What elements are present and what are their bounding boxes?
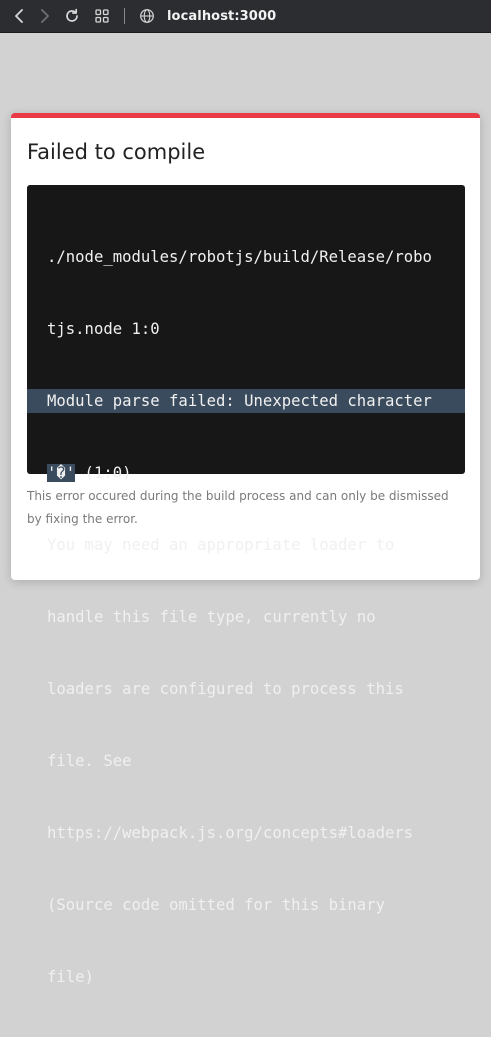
forward-icon[interactable] bbox=[32, 4, 56, 28]
error-code-block: ./node_modules/robotjs/build/Release/rob… bbox=[27, 185, 465, 986]
back-icon[interactable] bbox=[8, 4, 32, 28]
error-overlay-backdrop: Failed to compile ./node_modules/robotjs… bbox=[0, 33, 491, 986]
address-bar-url[interactable]: localhost:3000 bbox=[167, 9, 276, 24]
browser-toolbar: localhost:3000 bbox=[0, 0, 491, 33]
code-line: file. See bbox=[47, 752, 132, 770]
toolbar-divider bbox=[124, 8, 125, 24]
code-line: (Source code omitted for this binary bbox=[47, 896, 385, 914]
code-line: tjs.node 1:0 bbox=[47, 320, 160, 338]
error-footer-note: This error occured during the build proc… bbox=[27, 489, 449, 526]
code-line: https://webpack.js.org/concepts#loaders bbox=[47, 824, 414, 842]
code-line: file) bbox=[47, 968, 94, 986]
code-position: (1:0) bbox=[75, 464, 132, 482]
code-line: ./node_modules/robotjs/build/Release/rob… bbox=[47, 248, 432, 266]
error-title: Failed to compile bbox=[27, 140, 206, 164]
unexpected-char: '�' bbox=[47, 464, 76, 482]
code-line-highlighted: Module parse failed: Unexpected characte… bbox=[27, 389, 465, 413]
globe-icon bbox=[135, 4, 159, 28]
tab-grid-icon[interactable] bbox=[90, 4, 114, 28]
code-line: loaders are configured to process this bbox=[47, 680, 404, 698]
code-line: '�' (1:0) bbox=[27, 461, 465, 485]
code-line: handle this file type, currently no bbox=[47, 608, 376, 626]
code-line: You may need an appropriate loader to bbox=[47, 536, 395, 554]
reload-icon[interactable] bbox=[60, 4, 84, 28]
error-dialog: Failed to compile ./node_modules/robotjs… bbox=[11, 113, 480, 986]
